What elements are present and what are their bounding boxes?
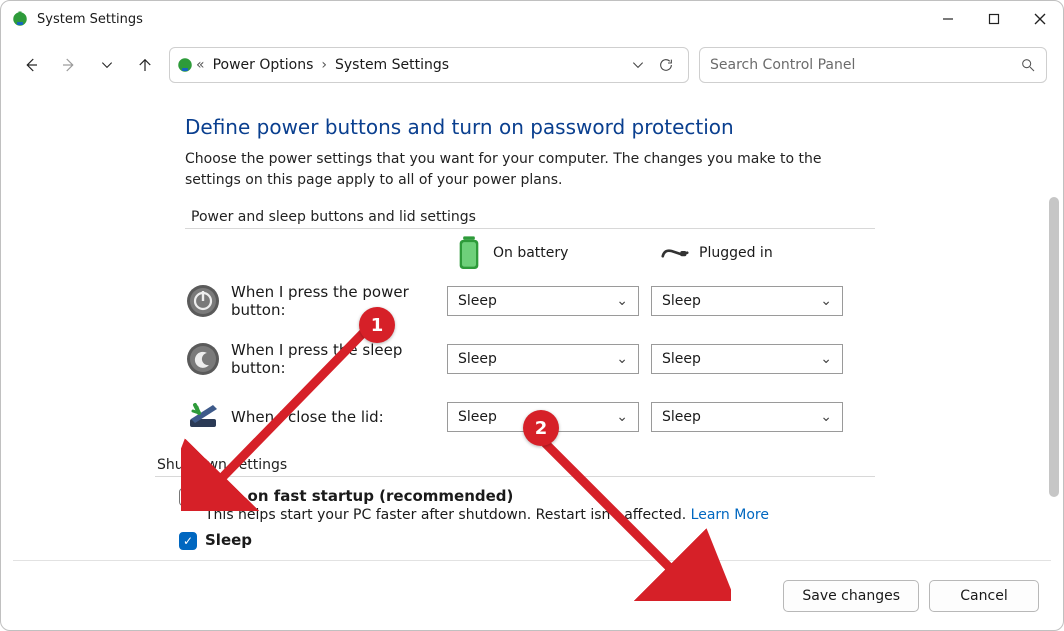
- sleep-label: Sleep: [205, 531, 252, 549]
- nav-row: « Power Options › System Settings Search…: [1, 37, 1063, 93]
- sleep-checkbox[interactable]: [179, 532, 197, 550]
- breadcrumb-item[interactable]: System Settings: [329, 53, 455, 77]
- minimize-button[interactable]: [925, 1, 971, 37]
- cancel-button[interactable]: Cancel: [929, 580, 1039, 612]
- divider: [155, 476, 875, 477]
- chevron-down-icon: ⌄: [616, 409, 628, 425]
- column-label: Plugged in: [699, 245, 773, 261]
- select-value: Sleep: [458, 351, 497, 367]
- footer-buttons: Save changes Cancel: [783, 580, 1039, 612]
- select-value: Sleep: [662, 409, 701, 425]
- chevron-right-icon: ›: [319, 57, 329, 73]
- setting-label: When I press the sleep button:: [231, 341, 447, 377]
- sleep-button-plugged-select[interactable]: Sleep ⌄: [651, 344, 843, 374]
- window: System Settings « Power O: [0, 0, 1064, 631]
- fast-startup-label: Turn on fast startup (recommended): [205, 487, 513, 505]
- chevron-down-icon: ⌄: [820, 351, 832, 367]
- address-bar[interactable]: « Power Options › System Settings: [169, 47, 689, 83]
- control-panel-icon: [11, 10, 29, 28]
- nav-recent-button[interactable]: [93, 51, 121, 79]
- content-area: Define power buttons and turn on passwor…: [1, 93, 1063, 630]
- nav-forward-button[interactable]: [55, 51, 83, 79]
- search-input[interactable]: Search Control Panel: [699, 47, 1047, 83]
- fast-startup-checkbox[interactable]: [179, 488, 197, 506]
- scrollbar-track[interactable]: [1047, 197, 1061, 626]
- scrollbar-thumb[interactable]: [1049, 197, 1059, 497]
- column-label: On battery: [493, 245, 568, 261]
- divider: [185, 228, 875, 229]
- address-dropdown-button[interactable]: [624, 51, 652, 79]
- page-description: Choose the power settings that you want …: [185, 149, 875, 191]
- setting-row-sleep-button: When I press the sleep button: Sleep ⌄ S…: [185, 341, 875, 377]
- learn-more-link[interactable]: Learn More: [691, 507, 769, 523]
- lid-icon: [185, 399, 221, 435]
- select-value: Sleep: [458, 409, 497, 425]
- power-button-plugged-select[interactable]: Sleep ⌄: [651, 286, 843, 316]
- titlebar: System Settings: [1, 1, 1063, 37]
- column-headers: On battery Plugged in: [455, 239, 875, 267]
- close-button[interactable]: [1017, 1, 1063, 37]
- power-icon: [185, 283, 221, 319]
- sleep-row: Sleep: [179, 531, 875, 550]
- chevron-down-icon: ⌄: [616, 293, 628, 309]
- select-value: Sleep: [458, 293, 497, 309]
- select-value: Sleep: [662, 351, 701, 367]
- chevron-down-icon: ⌄: [820, 293, 832, 309]
- breadcrumb-item[interactable]: Power Options: [207, 53, 320, 77]
- setting-row-power-button: When I press the power button: Sleep ⌄ S…: [185, 283, 875, 319]
- nav-back-button[interactable]: [17, 51, 45, 79]
- page-heading: Define power buttons and turn on passwor…: [185, 115, 875, 139]
- window-title: System Settings: [37, 12, 143, 27]
- search-icon: [1020, 57, 1036, 73]
- setting-label: When I press the power button:: [231, 283, 447, 319]
- chevron-down-icon: ⌄: [616, 351, 628, 367]
- save-button[interactable]: Save changes: [783, 580, 919, 612]
- lid-plugged-select[interactable]: Sleep ⌄: [651, 402, 843, 432]
- section-label-shutdown: Shutdown settings: [157, 457, 875, 473]
- chevron-down-icon: ⌄: [820, 409, 832, 425]
- battery-icon: [455, 239, 483, 267]
- column-on-battery: On battery: [455, 239, 651, 267]
- search-placeholder: Search Control Panel: [710, 57, 1020, 73]
- maximize-button[interactable]: [971, 1, 1017, 37]
- divider: [13, 560, 1051, 561]
- nav-up-button[interactable]: [131, 51, 159, 79]
- column-plugged-in: Plugged in: [661, 239, 857, 267]
- breadcrumb-separator: «: [194, 57, 207, 73]
- setting-label: When I close the lid:: [231, 408, 447, 426]
- refresh-button[interactable]: [652, 51, 680, 79]
- power-button-battery-select[interactable]: Sleep ⌄: [447, 286, 639, 316]
- select-value: Sleep: [662, 293, 701, 309]
- sleep-button-battery-select[interactable]: Sleep ⌄: [447, 344, 639, 374]
- annotation-badge-2: 2: [523, 410, 559, 446]
- control-panel-icon: [176, 56, 194, 74]
- annotation-badge-1: 1: [359, 307, 395, 343]
- fast-startup-description: This helps start your PC faster after sh…: [205, 507, 769, 523]
- sleep-icon: [185, 341, 221, 377]
- section-label-power-sleep: Power and sleep buttons and lid settings: [191, 209, 875, 225]
- plug-icon: [661, 239, 689, 267]
- fast-startup-row: Turn on fast startup (recommended) This …: [179, 487, 875, 523]
